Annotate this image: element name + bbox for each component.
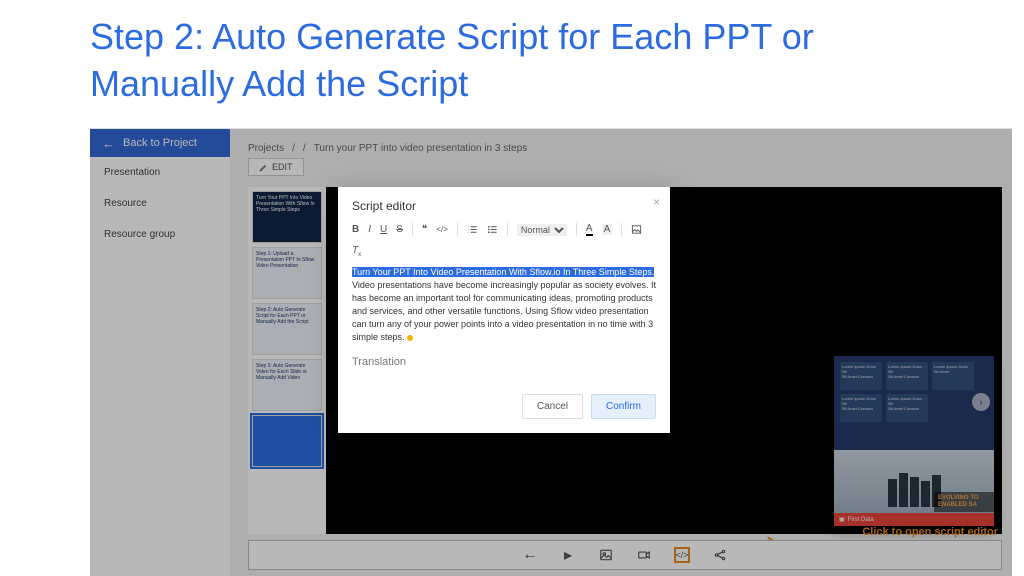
edit-label: EDIT xyxy=(272,162,293,172)
script-editor-modal: × Script editor B I U S ❝ </> Normal A A xyxy=(338,187,670,433)
confirm-button[interactable]: Confirm xyxy=(591,394,656,419)
editor-body: Video presentations have become increasi… xyxy=(352,280,656,342)
edit-button[interactable]: EDIT xyxy=(248,158,304,176)
code-format-button[interactable]: </> xyxy=(436,225,448,234)
slide-thumb-selected[interactable] xyxy=(252,415,322,467)
prev-slide-button[interactable]: ← xyxy=(522,547,538,563)
preview-card: Lorem Ipsum Dolor SitSit Amet Consect xyxy=(886,362,928,390)
back-label: Back to Project xyxy=(123,137,197,149)
preview-overlay-text: EVOLVING TO ENABLED SA xyxy=(934,492,994,511)
bullet-list-icon xyxy=(487,224,498,235)
bottom-toolbar: ← ▸ </> xyxy=(248,540,1002,570)
insert-image-button[interactable] xyxy=(631,224,642,235)
code-icon: </> xyxy=(676,550,689,560)
modal-actions: Cancel Confirm xyxy=(352,394,656,419)
cancel-button[interactable]: Cancel xyxy=(522,394,583,419)
sidebar: ← Back to Project Presentation Resource … xyxy=(90,129,230,576)
share-button[interactable] xyxy=(712,547,728,563)
play-button[interactable]: ▸ xyxy=(560,547,576,563)
text-color-button[interactable]: A xyxy=(586,223,593,236)
strike-button[interactable]: S xyxy=(396,224,403,235)
preview-top: Lorem Ipsum Dolor SitSit Amet Consect Lo… xyxy=(834,356,994,450)
arrow-left-icon: ← xyxy=(522,546,538,564)
clear-format-button[interactable]: Tx xyxy=(352,245,361,258)
collab-cursor-icon xyxy=(407,335,413,341)
breadcrumb-current: Turn your PPT into video presentation in… xyxy=(314,143,527,154)
slide-thumb[interactable]: Turn Your PPT Into Video Presentation Wi… xyxy=(252,191,322,243)
app-frame: ← Back to Project Presentation Resource … xyxy=(90,128,1012,576)
preview-card: Lorem Ipsum Dolor SitSit Amet Consect xyxy=(886,394,928,422)
format-toolbar: B I U S ❝ </> Normal A A Tx xyxy=(352,223,656,258)
italic-button[interactable]: I xyxy=(368,224,371,235)
breadcrumb-root[interactable]: Projects xyxy=(248,143,284,154)
arrow-left-icon: ← xyxy=(102,136,115,151)
chevron-right-icon: › xyxy=(979,397,982,408)
camera-button[interactable] xyxy=(636,547,652,563)
slide-preview: Lorem Ipsum Dolor SitSit Amet Consect Lo… xyxy=(834,356,994,526)
ordered-list-icon xyxy=(467,224,478,235)
image-icon xyxy=(631,224,642,235)
callout-label: Click to open script editor xyxy=(862,526,998,538)
script-editor-button[interactable]: </> xyxy=(674,547,690,563)
modal-title: Script editor xyxy=(352,199,656,213)
brand-logo-icon: ▣ xyxy=(839,516,845,523)
preview-card: Lorem Ipsum Dolor SitSit Amet Consect xyxy=(840,362,882,390)
translation-section-label: Translation xyxy=(352,356,656,368)
pencil-icon xyxy=(259,163,268,172)
modal-close-button[interactable]: × xyxy=(653,195,660,209)
slide-thumb[interactable]: Step 3: Auto Generate Video for Each Sli… xyxy=(252,359,322,411)
quote-button[interactable]: ❝ xyxy=(422,224,427,235)
preview-card: Lorem Ipsum Dolor SitSit Amet Consect xyxy=(840,394,882,422)
script-text-editor[interactable]: Turn Your PPT Into Video Presentation Wi… xyxy=(352,266,656,344)
preview-card: Lorem Ipsum Dolor Sit Amet xyxy=(932,362,974,390)
back-to-project-button[interactable]: ← Back to Project xyxy=(90,129,230,157)
preview-bottom: EVOLVING TO ENABLED SA ▣ First Data xyxy=(834,450,994,527)
selected-text: Turn Your PPT Into Video Presentation Wi… xyxy=(352,267,654,277)
breadcrumb-sep: / xyxy=(303,143,306,154)
underline-button[interactable]: U xyxy=(380,224,387,235)
image-icon xyxy=(599,548,613,562)
page-title: Step 2: Auto Generate Script for Each PP… xyxy=(0,0,1024,118)
brand-bar: ▣ First Data xyxy=(834,513,994,526)
camera-icon xyxy=(637,548,651,562)
sidebar-item-presentation[interactable]: Presentation xyxy=(90,157,230,188)
breadcrumb-sep: / xyxy=(292,143,295,154)
sidebar-item-resource-group[interactable]: Resource group xyxy=(90,219,230,250)
text-size-select[interactable]: Normal xyxy=(517,224,567,236)
slide-thumb[interactable]: Step 2: Auto Generate Script for Each PP… xyxy=(252,303,322,355)
ordered-list-button[interactable] xyxy=(467,224,478,235)
close-icon: × xyxy=(653,195,660,209)
image-button[interactable] xyxy=(598,547,614,563)
bullet-list-button[interactable] xyxy=(487,224,498,235)
bold-button[interactable]: B xyxy=(352,224,359,235)
play-icon: ▸ xyxy=(564,545,572,565)
thumbnail-strip: Turn Your PPT Into Video Presentation Wi… xyxy=(248,187,326,534)
sidebar-item-resource[interactable]: Resource xyxy=(90,188,230,219)
slide-thumb[interactable]: Step 1: Upload a Presentation PPT to Sfl… xyxy=(252,247,322,299)
breadcrumb: Projects / / Turn your PPT into video pr… xyxy=(230,129,1012,158)
highlight-color-button[interactable]: A xyxy=(602,224,613,235)
share-icon xyxy=(713,548,727,562)
